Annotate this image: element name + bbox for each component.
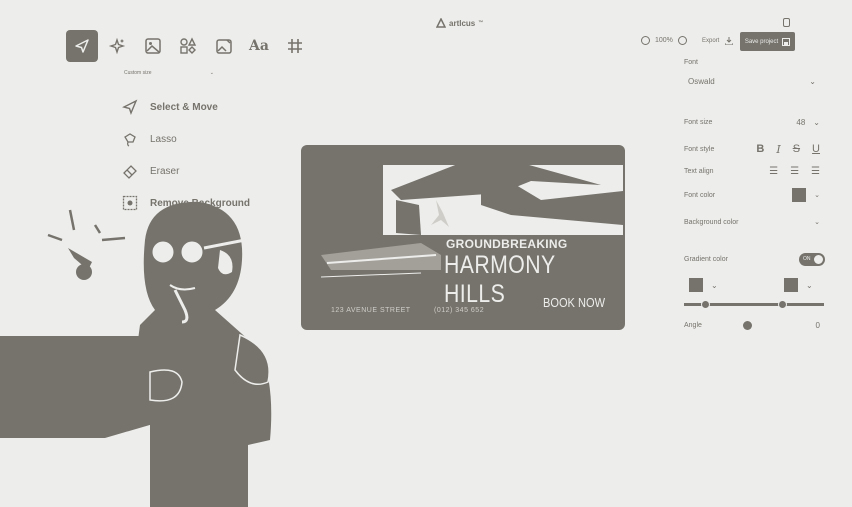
card-address[interactable]: 123 AVENUE STREET xyxy=(331,307,411,314)
chevron-down-icon[interactable]: ⌄ xyxy=(814,218,820,226)
font-size-row: Font size 48 ⌄ xyxy=(684,118,820,127)
image-edit-icon xyxy=(216,39,232,54)
angle-row: Angle 0 xyxy=(684,321,820,330)
tool-ai-magic[interactable] xyxy=(101,30,133,62)
font-color-label: Font color xyxy=(684,191,716,199)
bg-color-label: Background color xyxy=(684,218,739,226)
font-size-select[interactable]: 48 ⌄ xyxy=(796,118,820,127)
bold-icon[interactable]: B xyxy=(756,143,764,156)
gradient-label: Gradient color xyxy=(684,256,728,263)
font-color-swatch[interactable] xyxy=(792,188,807,202)
gradient-row: Gradient color ON xyxy=(684,253,825,266)
gradient-toggle[interactable]: ON xyxy=(799,253,825,266)
chevron-down-icon: ⌄ xyxy=(711,280,718,290)
font-label: Font xyxy=(684,59,699,66)
save-project-button[interactable]: Save project xyxy=(740,32,795,51)
card-phone[interactable]: (012) 345 652 xyxy=(434,307,484,314)
size-select[interactable]: Custom size ⌄ xyxy=(124,70,214,76)
tool-image[interactable] xyxy=(137,30,169,62)
save-label: Save project xyxy=(744,38,779,45)
brand-suffix: ™ xyxy=(478,20,484,26)
menu-item-lasso[interactable]: Lasso xyxy=(122,131,177,147)
export-button[interactable]: Export xyxy=(702,37,734,45)
font-style-label: Font style xyxy=(684,146,715,153)
card-headline[interactable]: GROUNDBREAKING xyxy=(446,237,568,251)
align-left-icon[interactable]: ☰ xyxy=(769,166,778,177)
underline-icon[interactable]: U xyxy=(812,143,820,156)
menu-item-eraser[interactable]: Eraser xyxy=(122,163,179,179)
lasso-icon xyxy=(124,133,136,147)
font-value: Oswald xyxy=(688,77,715,86)
font-color-row: Font color ⌄ xyxy=(684,188,820,202)
logo-icon xyxy=(436,18,446,28)
text-align-row: Text align ☰ ☰ ☰ xyxy=(684,166,820,177)
font-style-row: Font style B I S U xyxy=(684,143,820,156)
gradient-end-swatch[interactable] xyxy=(784,278,798,292)
tool-grid[interactable] xyxy=(279,30,311,62)
menu-item-label: Lasso xyxy=(150,133,177,145)
hash-icon xyxy=(288,39,302,53)
size-select-value: Custom size xyxy=(124,70,152,76)
tool-gallery[interactable] xyxy=(208,30,240,62)
save-icon xyxy=(782,37,791,46)
notification-icon[interactable] xyxy=(783,18,790,27)
zoom-value: 100% xyxy=(655,37,673,44)
zoom-in-icon[interactable] xyxy=(677,36,687,45)
zoom-control: 100% xyxy=(641,36,687,45)
italic-icon[interactable]: I xyxy=(776,143,780,156)
text-align-label: Text align xyxy=(684,168,714,175)
gradient-slider-handle-end[interactable] xyxy=(778,300,787,309)
chevron-down-icon: ⌄ xyxy=(814,192,820,199)
tool-shapes[interactable] xyxy=(172,30,204,62)
font-select[interactable]: Oswald ⌄ xyxy=(688,77,816,86)
sparkles-icon xyxy=(108,37,126,55)
flyer-card[interactable]: GROUNDBREAKING HARMONY HILLS 123 AVENUE … xyxy=(301,145,625,330)
align-center-icon[interactable]: ☰ xyxy=(790,166,799,177)
gradient-slider-handle-start[interactable] xyxy=(701,300,710,309)
gradient-start-swatch[interactable] xyxy=(689,278,703,292)
menu-item-label: Eraser xyxy=(150,165,180,177)
tool-text[interactable]: Aa xyxy=(243,30,275,62)
zoom-out-icon[interactable] xyxy=(641,36,650,45)
chevron-down-icon: ⌄ xyxy=(809,77,816,86)
font-color-picker[interactable]: ⌄ xyxy=(792,188,820,202)
gradient-end-picker[interactable]: ⌄ xyxy=(784,278,813,292)
image-icon xyxy=(145,38,161,54)
brand-name: artlcus xyxy=(449,18,476,28)
cursor-icon xyxy=(122,99,138,115)
menu-item-label: Select & Move xyxy=(150,101,218,113)
toggle-state: ON xyxy=(803,256,811,262)
angle-label: Angle xyxy=(684,322,702,329)
text-icon: Aa xyxy=(249,38,269,54)
bg-color-row: Background color ⌄ xyxy=(684,218,820,227)
strikethrough-icon[interactable]: S xyxy=(793,143,800,156)
chevron-down-icon: ⌄ xyxy=(813,118,820,127)
font-size-label: Font size xyxy=(684,119,713,126)
tool-select-move[interactable] xyxy=(66,30,98,62)
eraser-icon xyxy=(123,165,137,179)
align-right-icon[interactable]: ☰ xyxy=(811,166,820,177)
angle-value: 0 xyxy=(815,321,820,330)
angle-knob[interactable] xyxy=(743,321,752,330)
cursor-icon xyxy=(75,39,89,53)
character-illustration xyxy=(0,201,272,507)
chevron-down-icon: ⌄ xyxy=(209,70,214,76)
card-cta[interactable]: BOOK NOW xyxy=(543,295,605,310)
brand-logo: artlcus ™ xyxy=(436,18,483,28)
chevron-down-icon: ⌄ xyxy=(806,280,813,290)
menu-item-select-move[interactable]: Select & Move xyxy=(122,99,218,115)
font-size-value: 48 xyxy=(796,118,806,127)
download-icon xyxy=(725,37,734,45)
export-label: Export xyxy=(702,38,720,44)
gradient-start-picker[interactable]: ⌄ xyxy=(689,278,718,292)
shapes-icon xyxy=(180,37,197,54)
